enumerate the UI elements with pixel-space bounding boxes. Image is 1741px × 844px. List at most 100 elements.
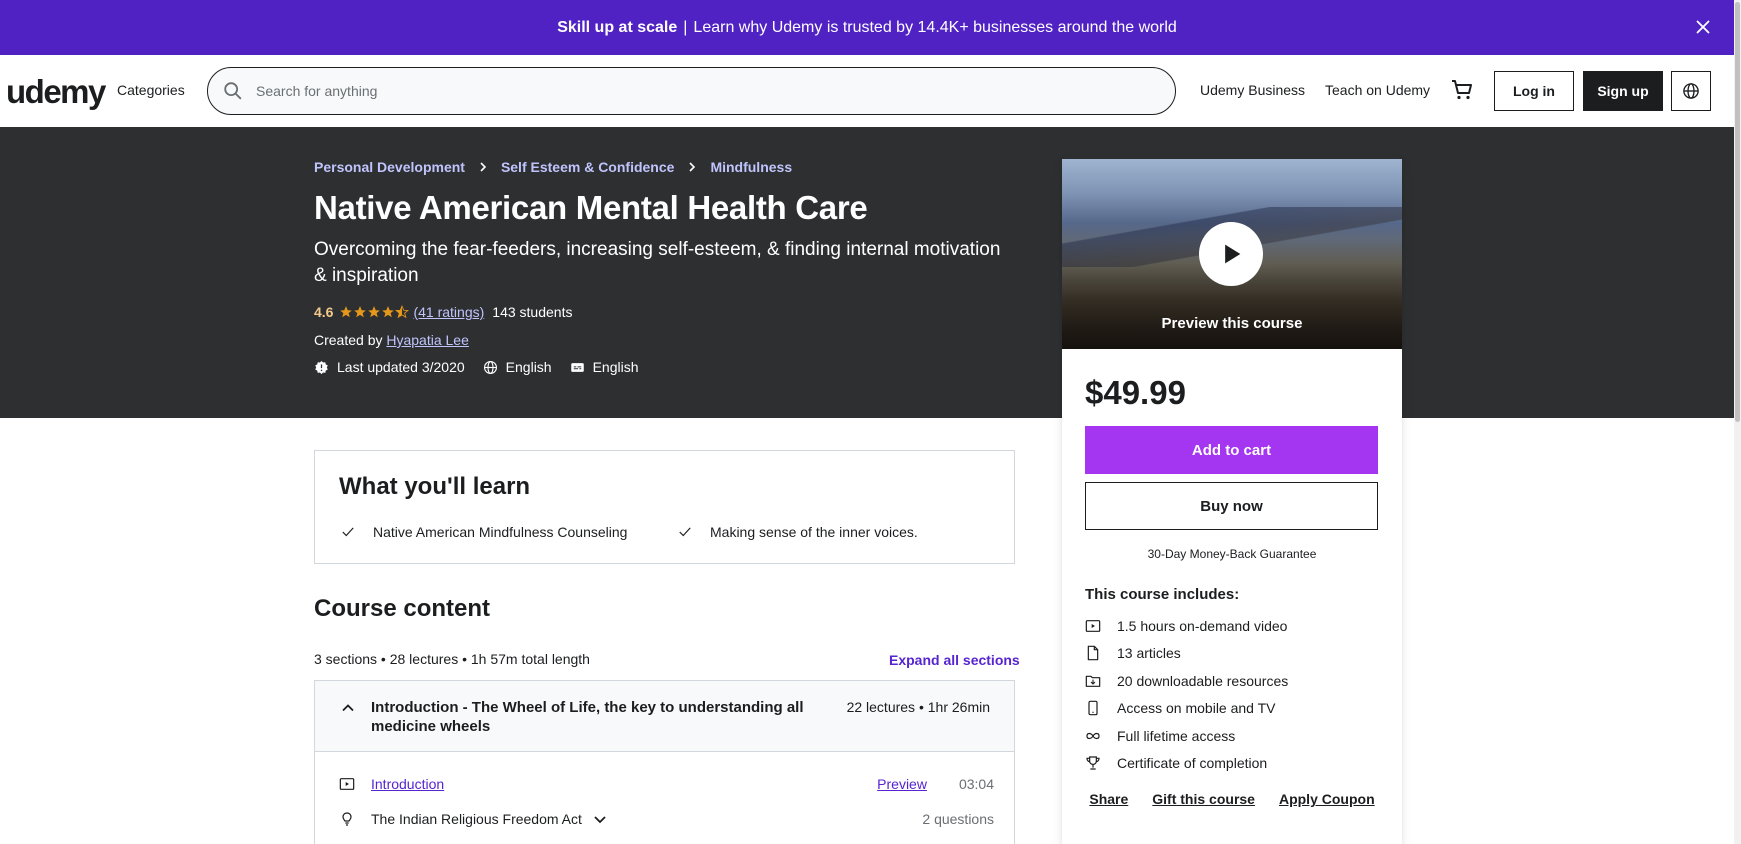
course-subtitle: Overcoming the fear-feeders, increasing … bbox=[314, 239, 1001, 286]
login-button[interactable]: Log in bbox=[1494, 71, 1574, 111]
includes-list: 1.5 hours on-demand video 13 articles 20… bbox=[1085, 612, 1385, 777]
check-icon bbox=[679, 527, 691, 537]
chevron-down-icon[interactable] bbox=[590, 809, 610, 829]
lightbulb-icon bbox=[342, 812, 352, 826]
includes-text: 1.5 hours on-demand video bbox=[1117, 617, 1288, 634]
teach-link[interactable]: Teach on Udemy bbox=[1325, 82, 1430, 98]
rating-number: 4.6 bbox=[314, 304, 334, 320]
chevron-right-icon bbox=[689, 162, 696, 172]
globe-icon bbox=[483, 360, 497, 374]
course-content-meta: 3 sections • 28 lectures • 1h 57m total … bbox=[314, 651, 590, 667]
instructor-link[interactable]: Hyapatia Lee bbox=[386, 332, 469, 348]
course-title: Native American Mental Health Care bbox=[314, 189, 868, 226]
folder-download-icon bbox=[1085, 675, 1101, 687]
trophy-icon bbox=[1086, 756, 1100, 770]
learn-item-text: Making sense of the inner voices. bbox=[710, 524, 918, 540]
breadcrumb-personal-development[interactable]: Personal Development bbox=[314, 159, 465, 175]
card-links: Share Gift this course Apply Coupon bbox=[1062, 791, 1402, 807]
chevron-up-icon bbox=[342, 704, 354, 712]
includes-text: Full lifetime access bbox=[1117, 727, 1236, 744]
ratings-count-link[interactable]: (41 ratings) bbox=[413, 304, 484, 320]
chevron-right-icon bbox=[480, 162, 487, 172]
includes-title: This course includes: bbox=[1085, 586, 1240, 603]
includes-text: 20 downloadable resources bbox=[1117, 672, 1289, 689]
section-title: Introduction - The Wheel of Life, the ke… bbox=[371, 699, 804, 735]
breadcrumb: Personal Development Self Esteem & Confi… bbox=[314, 159, 792, 175]
site-header: udemy Categories Udemy Business Teach on… bbox=[0, 55, 1734, 127]
close-icon[interactable] bbox=[1692, 16, 1714, 38]
search-icon[interactable] bbox=[222, 80, 244, 102]
includes-text: Certificate of completion bbox=[1117, 755, 1268, 772]
alert-badge-icon bbox=[315, 360, 328, 374]
created-by-label: Created by bbox=[314, 332, 383, 348]
lecture-title-link[interactable]: Introduction bbox=[371, 776, 444, 792]
course-content-title: Course content bbox=[314, 595, 491, 622]
star-half-icon bbox=[395, 305, 410, 319]
purchase-card: Preview this course $49.99 Add to cart B… bbox=[1062, 159, 1402, 844]
lecture-preview-link[interactable]: Preview bbox=[877, 776, 927, 792]
language-button[interactable] bbox=[1671, 71, 1711, 111]
banner-text: Learn why Udemy is trusted by 14.4K+ bus… bbox=[693, 18, 1177, 36]
learn-item: Making sense of the inner voices. bbox=[678, 524, 918, 540]
play-button[interactable] bbox=[1199, 222, 1263, 286]
created-by: Created by Hyapatia Lee bbox=[314, 332, 469, 348]
infinity-icon bbox=[1086, 732, 1100, 739]
course-price: $49.99 bbox=[1085, 374, 1186, 411]
course-captions: English bbox=[592, 359, 639, 375]
breadcrumb-self-esteem[interactable]: Self Esteem & Confidence bbox=[501, 159, 675, 175]
last-updated: Last updated 3/2020 bbox=[337, 359, 465, 375]
video-icon bbox=[1085, 619, 1101, 632]
page-scrollbar-thumb[interactable] bbox=[1735, 2, 1740, 422]
lecture-title: The Indian Religious Freedom Act bbox=[371, 811, 582, 827]
includes-text: Access on mobile and TV bbox=[1117, 700, 1276, 717]
udemy-business-link[interactable]: Udemy Business bbox=[1200, 82, 1305, 98]
gift-course-link[interactable]: Gift this course bbox=[1152, 791, 1255, 807]
udemy-logo[interactable]: udemy bbox=[6, 73, 106, 111]
includes-item: 1.5 hours on-demand video bbox=[1085, 612, 1385, 640]
rating-row: 4.6 (41 ratings) 143 students bbox=[314, 304, 572, 320]
students-count: 143 students bbox=[492, 304, 573, 320]
what-youll-learn: What you'll learn Native American Mindfu… bbox=[314, 450, 1015, 564]
breadcrumb-mindfulness[interactable]: Mindfulness bbox=[710, 159, 792, 175]
globe-icon bbox=[1683, 83, 1699, 99]
includes-item: Access on mobile and TV bbox=[1085, 695, 1385, 723]
video-icon bbox=[339, 778, 355, 790]
search-bar[interactable] bbox=[207, 67, 1176, 115]
includes-item: 20 downloadable resources bbox=[1085, 667, 1385, 695]
includes-text: 13 articles bbox=[1117, 645, 1181, 662]
course-preview-video[interactable]: Preview this course bbox=[1062, 159, 1402, 349]
categories-menu[interactable]: Categories bbox=[117, 82, 185, 98]
mobile-icon bbox=[1088, 700, 1098, 716]
includes-item: Certificate of completion bbox=[1085, 750, 1385, 778]
star-icon bbox=[368, 306, 381, 318]
share-link[interactable]: Share bbox=[1089, 791, 1128, 807]
expand-all-sections-button[interactable]: Expand all sections bbox=[889, 652, 1020, 668]
star-icon bbox=[382, 306, 395, 318]
includes-item: Full lifetime access bbox=[1085, 722, 1385, 750]
lecture-item: The Indian Religious Freedom Act 2 quest… bbox=[339, 809, 994, 829]
star-icon bbox=[340, 306, 353, 318]
lecture-questions: 2 questions bbox=[922, 811, 994, 827]
section-header[interactable]: Introduction - The Wheel of Life, the ke… bbox=[314, 680, 1015, 752]
banner-bold-text: Skill up at scale bbox=[557, 18, 678, 36]
closed-captions-icon bbox=[570, 362, 584, 372]
star-rating bbox=[339, 305, 410, 319]
course-hero: Personal Development Self Esteem & Confi… bbox=[0, 127, 1734, 418]
apply-coupon-link[interactable]: Apply Coupon bbox=[1279, 791, 1375, 807]
promo-banner[interactable]: Skill up at scale | Learn why Udemy is t… bbox=[0, 0, 1734, 55]
money-back-guarantee: 30-Day Money-Back Guarantee bbox=[1147, 547, 1317, 561]
course-language: English bbox=[505, 359, 552, 375]
file-icon bbox=[1087, 645, 1099, 661]
check-icon bbox=[342, 527, 354, 537]
add-to-cart-button[interactable]: Add to cart bbox=[1085, 426, 1378, 474]
learn-item-text: Native American Mindfulness Counseling bbox=[373, 524, 628, 540]
buy-now-button[interactable]: Buy now bbox=[1085, 482, 1378, 530]
signup-button[interactable]: Sign up bbox=[1583, 71, 1663, 111]
learn-item: Native American Mindfulness Counseling bbox=[341, 524, 627, 540]
lecture-item: Introduction Preview 03:04 bbox=[339, 776, 994, 792]
banner-separator: | bbox=[683, 18, 688, 36]
cart-icon[interactable] bbox=[1450, 78, 1474, 102]
lecture-duration: 03:04 bbox=[958, 776, 994, 792]
section-meta: 22 lectures • 1hr 26min bbox=[846, 699, 990, 715]
search-input[interactable] bbox=[256, 83, 1156, 99]
